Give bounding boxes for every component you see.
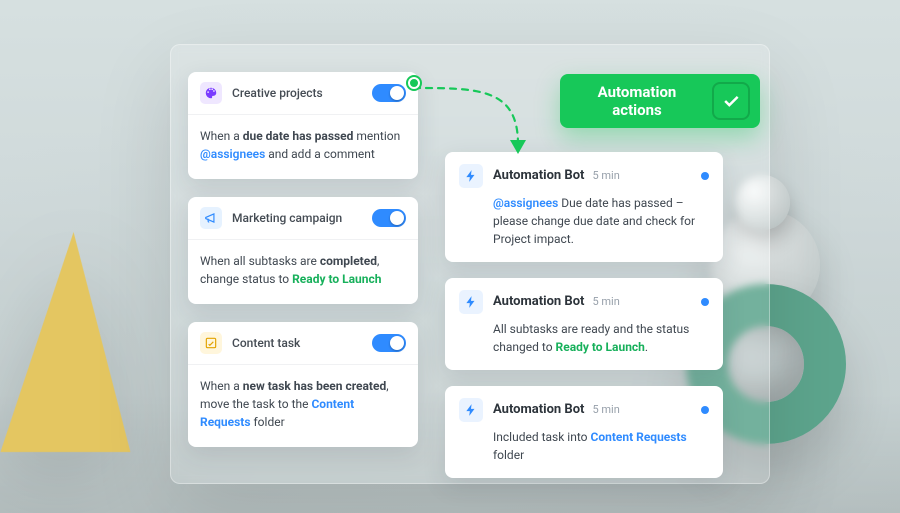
bot-card[interactable]: Automation Bot 5 min All subtasks are re… bbox=[445, 278, 723, 370]
rule-title: Marketing campaign bbox=[232, 209, 372, 227]
rule-header: Creative projects bbox=[188, 72, 418, 115]
rule-text: and add a comment bbox=[265, 147, 375, 161]
chip-line: Automation bbox=[598, 83, 677, 101]
rule-text-bold: completed bbox=[320, 254, 377, 268]
unread-dot-icon bbox=[701, 406, 709, 414]
rule-text-bold: new task has been created bbox=[243, 379, 386, 393]
rule-toggle[interactable] bbox=[372, 209, 406, 227]
rule-text-bold: due date has passed bbox=[243, 129, 354, 143]
bot-time: 5 min bbox=[592, 402, 619, 419]
rule-card-marketing[interactable]: Marketing campaign When all subtasks are… bbox=[188, 197, 418, 304]
bot-column: Automation Bot 5 min @assignees Due date… bbox=[445, 152, 723, 494]
bot-text: Included task into bbox=[493, 430, 590, 444]
bot-body: All subtasks are ready and the status ch… bbox=[459, 320, 709, 356]
rules-column: Creative projects When a due date has pa… bbox=[188, 72, 418, 465]
rule-text: folder bbox=[251, 415, 285, 429]
rule-body: When a new task has been created, move t… bbox=[188, 365, 418, 447]
palette-icon bbox=[200, 82, 222, 104]
bot-body: Included task into Content Requests fold… bbox=[459, 428, 709, 464]
rule-body: When a due date has passed mention @assi… bbox=[188, 115, 418, 179]
arrow-start-dot bbox=[408, 77, 420, 89]
rule-text: When a bbox=[200, 129, 243, 143]
mention-link[interactable]: @assignees bbox=[200, 147, 265, 161]
bot-name: Automation Bot bbox=[493, 400, 584, 420]
bot-body: @assignees Due date has passed – please … bbox=[459, 194, 709, 248]
rule-card-creative[interactable]: Creative projects When a due date has pa… bbox=[188, 72, 418, 179]
check-icon bbox=[712, 82, 750, 120]
bot-header: Automation Bot 5 min bbox=[459, 164, 709, 188]
megaphone-icon bbox=[200, 207, 222, 229]
bolt-icon bbox=[459, 398, 483, 422]
bot-text: . bbox=[645, 340, 648, 354]
chip-label: Automation actions bbox=[598, 83, 677, 119]
bot-header: Automation Bot 5 min bbox=[459, 290, 709, 314]
bot-card[interactable]: Automation Bot 5 min @assignees Due date… bbox=[445, 152, 723, 262]
rule-title: Content task bbox=[232, 334, 372, 352]
chip-line: actions bbox=[612, 101, 661, 119]
bot-time: 5 min bbox=[592, 294, 619, 311]
rule-body: When all subtasks are completed, change … bbox=[188, 240, 418, 304]
bot-text: folder bbox=[493, 448, 524, 462]
rule-header: Marketing campaign bbox=[188, 197, 418, 240]
bot-card[interactable]: Automation Bot 5 min Included task into … bbox=[445, 386, 723, 478]
rule-header: Content task bbox=[188, 322, 418, 365]
rule-toggle[interactable] bbox=[372, 84, 406, 102]
bot-time: 5 min bbox=[592, 168, 619, 185]
rule-text: When a bbox=[200, 379, 243, 393]
status-label: Ready to Launch bbox=[292, 272, 381, 286]
rule-card-content[interactable]: Content task When a new task has been cr… bbox=[188, 322, 418, 447]
bolt-icon bbox=[459, 290, 483, 314]
rule-toggle[interactable] bbox=[372, 334, 406, 352]
decor-yellow-rock bbox=[0, 232, 153, 452]
rule-title: Creative projects bbox=[232, 84, 372, 102]
pencil-square-icon bbox=[200, 332, 222, 354]
bolt-icon bbox=[459, 164, 483, 188]
unread-dot-icon bbox=[701, 298, 709, 306]
status-label: Ready to Launch bbox=[556, 340, 645, 354]
rule-text: mention bbox=[353, 129, 400, 143]
bot-header: Automation Bot 5 min bbox=[459, 398, 709, 422]
bot-name: Automation Bot bbox=[493, 166, 584, 186]
mention-link[interactable]: @assignees bbox=[493, 196, 558, 210]
unread-dot-icon bbox=[701, 172, 709, 180]
rule-text: When all subtasks are bbox=[200, 254, 320, 268]
automation-actions-chip[interactable]: Automation actions bbox=[560, 74, 760, 128]
bot-name: Automation Bot bbox=[493, 292, 584, 312]
folder-link[interactable]: Content Requests bbox=[590, 430, 686, 444]
